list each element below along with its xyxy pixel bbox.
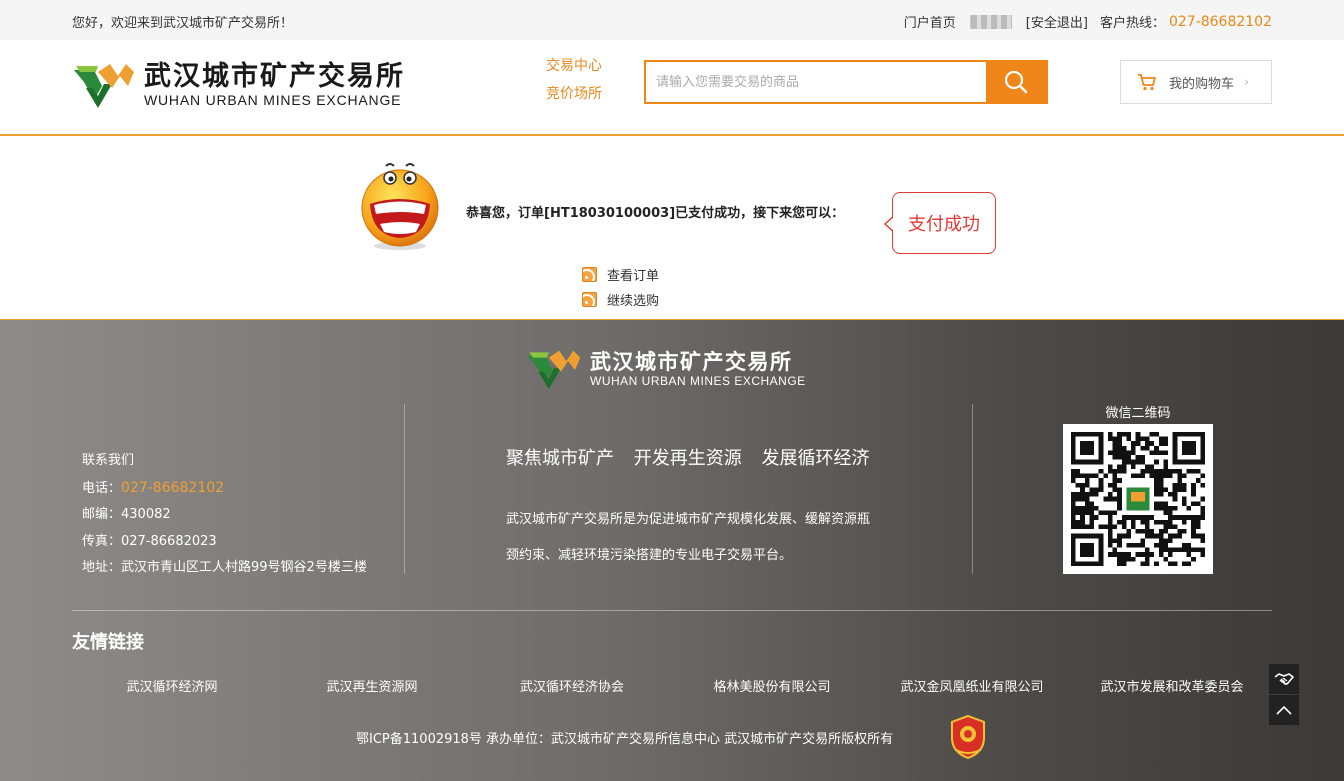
- rss-icon: [582, 292, 597, 307]
- icp-copyright: 鄂ICP备11002918号 承办单位：武汉城市矿产交易所信息中心 武汉城市矿产…: [356, 732, 894, 747]
- footer-logo: 武汉城市矿产交易所 WUHAN URBAN MINES EXCHANGE: [526, 348, 806, 390]
- friend-link-6[interactable]: 武汉市发展和改革委员会: [1072, 676, 1272, 695]
- rss-icon: [582, 267, 597, 282]
- top-bar: 您好，欢迎来到武汉城市矿产交易所！ 门户首页 [安全退出] 客户热线： 027-…: [0, 0, 1344, 40]
- footer: 武汉城市矿产交易所 WUHAN URBAN MINES EXCHANGE 联系我…: [0, 320, 1344, 781]
- welcome-text: 您好，欢迎来到武汉城市矿产交易所！: [72, 16, 294, 31]
- continue-shopping-label: 继续选购: [607, 294, 660, 309]
- footer-logo-cn: 武汉城市矿产交易所: [590, 350, 793, 374]
- contact-postcode: 邮编：430082: [82, 507, 171, 522]
- search-box: [644, 60, 1048, 104]
- friend-link-5[interactable]: 武汉金凤凰纸业有限公司: [872, 676, 1072, 695]
- cart-icon: [1138, 74, 1156, 91]
- wechat-qr-code: [1063, 424, 1213, 574]
- header-nav: 交易中心 竞价场所: [546, 57, 602, 113]
- police-badge-icon: [951, 714, 985, 760]
- site-logo[interactable]: 武汉城市矿产交易所 WUHAN URBAN MINES EXCHANGE: [72, 60, 422, 110]
- portal-home-link[interactable]: 门户首页: [904, 12, 956, 31]
- next-actions: 查看订单 继续选购: [582, 262, 659, 312]
- contact-info: 联系我们 电话：027-86682102 邮编：430082 传真：027-86…: [82, 448, 367, 582]
- continue-shopping-link[interactable]: 继续选购: [582, 287, 659, 312]
- smiley-icon: [361, 163, 439, 250]
- search-button[interactable]: [986, 62, 1046, 102]
- hotline-label: 客户热线：: [1099, 16, 1165, 31]
- back-to-top-button[interactable]: [1269, 695, 1299, 725]
- friend-link-4[interactable]: 格林美股份有限公司: [672, 676, 872, 695]
- contact-address: 地址：武汉市青山区工人村路99号钢谷2号楼三楼: [82, 560, 367, 575]
- logout-link[interactable]: [安全退出]: [1026, 12, 1088, 31]
- chevron-right-icon: ›: [1244, 74, 1250, 90]
- qr-code-icon: [1071, 432, 1205, 566]
- bubble-text: 支付成功: [908, 214, 980, 235]
- nav-bidding-venue[interactable]: 竞价场所: [546, 85, 602, 103]
- logo-mark-icon: [74, 64, 134, 108]
- footer-divider-left: [404, 404, 405, 574]
- footer-divider: [72, 610, 1272, 611]
- footer-intro: 武汉城市矿产交易所是为促进城市矿产规模化发展、缓解资源瓶颈约束、减轻环境污染搭建…: [506, 512, 871, 563]
- payment-success-panel: 恭喜您，订单[HT18030100003]已支付成功，接下来您可以： 支付成功 …: [0, 138, 1344, 320]
- view-order-label: 查看订单: [607, 269, 660, 284]
- friend-link-3[interactable]: 武汉循环经济协会: [472, 676, 672, 695]
- footer-logo-en: WUHAN URBAN MINES EXCHANGE: [590, 374, 806, 388]
- phone-label: 电话：: [82, 480, 122, 496]
- footer-slogan: 聚焦城市矿产 开发再生资源 发展循环经济: [506, 448, 870, 469]
- top-bar-right: 门户首页 [安全退出] 客户热线： 027-86682102: [904, 12, 1272, 32]
- friend-links-title: 友情链接: [72, 632, 144, 653]
- contact-fax: 传真：027-86682023: [82, 533, 217, 549]
- search-icon: [1004, 70, 1028, 94]
- success-message: 恭喜您，订单[HT18030100003]已支付成功，接下来您可以：: [466, 206, 845, 221]
- logo-mark-icon: [527, 350, 581, 390]
- cart-button[interactable]: 我的购物车 ›: [1120, 60, 1272, 104]
- nav-trading-center[interactable]: 交易中心: [546, 57, 602, 75]
- qr-label: 微信二维码: [1105, 406, 1171, 421]
- header: 武汉城市矿产交易所 WUHAN URBAN MINES EXCHANGE 交易中…: [0, 40, 1344, 136]
- logo-cn-text: 武汉城市矿产交易所: [144, 61, 405, 92]
- hotline-number: 027-86682102: [1168, 13, 1272, 30]
- friend-link-1[interactable]: 武汉循环经济网: [72, 676, 272, 695]
- contact-phone-row: 电话：027-86682102: [82, 475, 367, 503]
- handshake-icon: [1274, 673, 1294, 685]
- phone-number: 027-86682102: [121, 479, 225, 496]
- cart-label: 我的购物车: [1169, 76, 1235, 92]
- online-service-button[interactable]: [1269, 664, 1299, 694]
- payment-success-bubble: 支付成功: [884, 192, 996, 254]
- friend-link-2[interactable]: 武汉再生资源网: [272, 676, 472, 695]
- logo-en-text: WUHAN URBAN MINES EXCHANGE: [144, 92, 402, 108]
- back-to-top-icon: [1276, 705, 1292, 715]
- contact-title: 联系我们: [82, 453, 135, 468]
- username-blurred: [969, 14, 1012, 29]
- footer-divider-right: [972, 404, 973, 574]
- view-order-link[interactable]: 查看订单: [582, 262, 659, 287]
- search-input[interactable]: [646, 62, 986, 102]
- friend-links: 武汉循环经济网 武汉再生资源网 武汉循环经济协会 格林美股份有限公司 武汉金凤凰…: [72, 676, 1272, 695]
